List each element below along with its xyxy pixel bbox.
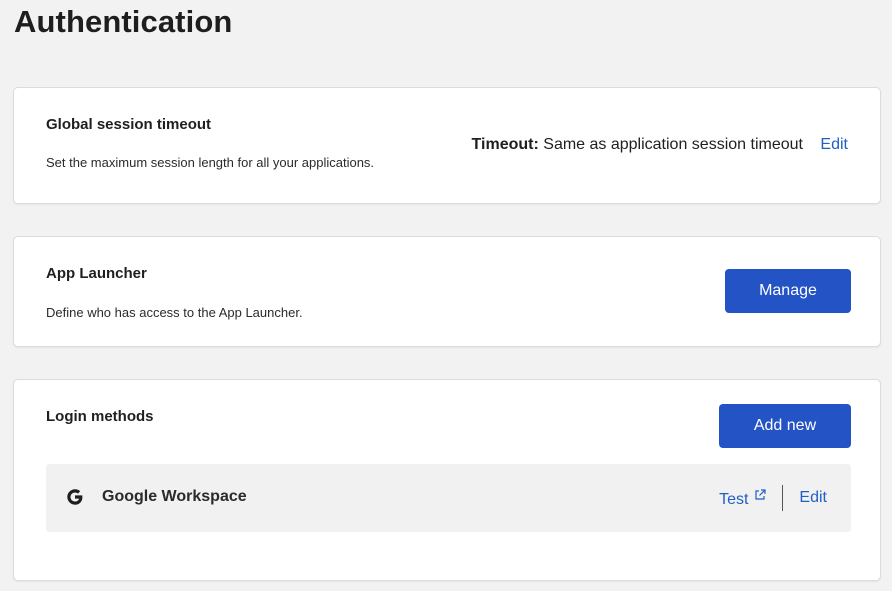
timeout-setting: Timeout: Same as application session tim… xyxy=(472,136,848,154)
google-icon xyxy=(66,488,84,506)
session-timeout-card: Global session timeout Set the maximum s… xyxy=(13,87,881,204)
authentication-page: Authentication Global session timeout Se… xyxy=(0,0,892,591)
action-divider xyxy=(782,485,784,511)
test-link-label: Test xyxy=(719,490,749,508)
login-methods-title: Login methods xyxy=(46,408,154,425)
app-launcher-card: App Launcher Define who has access to th… xyxy=(13,236,881,347)
login-method-actions: Test Edit xyxy=(719,485,827,511)
page-title: Authentication xyxy=(14,4,233,39)
login-methods-card: Login methods Add new Google Workspace T… xyxy=(13,379,881,581)
timeout-label: Timeout: xyxy=(471,136,539,153)
edit-timeout-link[interactable]: Edit xyxy=(820,136,848,153)
app-launcher-description: Define who has access to the App Launche… xyxy=(46,305,303,320)
external-link-icon xyxy=(754,488,767,500)
session-timeout-title: Global session timeout xyxy=(46,116,212,133)
timeout-value: Same as application session timeout xyxy=(543,136,803,153)
test-link[interactable]: Test xyxy=(719,488,767,509)
add-new-button[interactable]: Add new xyxy=(719,404,851,448)
edit-login-method-link[interactable]: Edit xyxy=(799,489,827,507)
manage-button[interactable]: Manage xyxy=(725,269,851,313)
login-method-name: Google Workspace xyxy=(102,488,247,505)
login-method-row: Google Workspace Test Edit xyxy=(46,464,851,532)
app-launcher-title: App Launcher xyxy=(46,265,147,282)
session-timeout-description: Set the maximum session length for all y… xyxy=(46,155,375,170)
